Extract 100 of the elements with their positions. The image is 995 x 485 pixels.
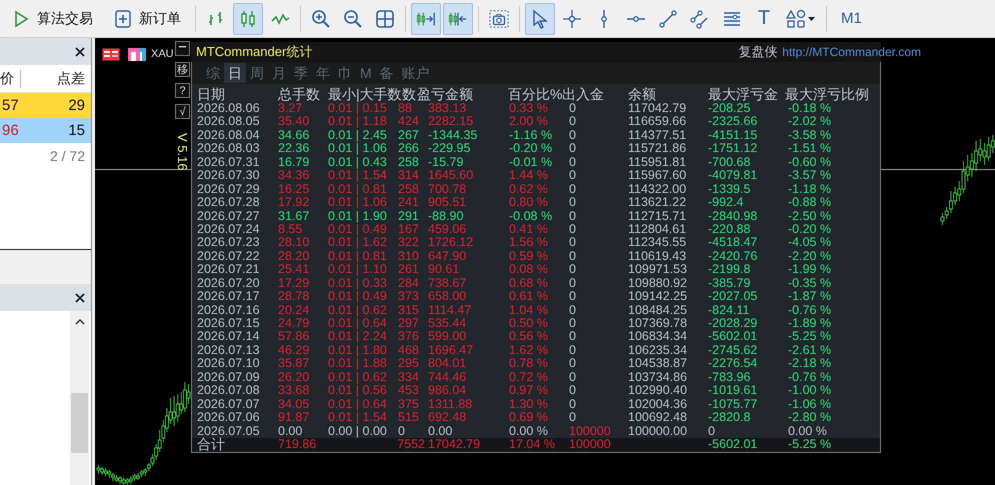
table-cell-text: 88 xyxy=(398,102,413,116)
table-cell-text: 0 xyxy=(569,330,577,344)
table-cell-text: 112715.71 xyxy=(628,210,688,223)
period-button[interactable]: M1 xyxy=(832,2,871,34)
table-cell-text: -1.89 % xyxy=(788,317,832,330)
table-cell-text: -88.90 xyxy=(428,210,464,223)
shift-button[interactable] xyxy=(411,2,441,34)
period-tab[interactable]: 备 xyxy=(376,63,398,83)
table-cell-text: 0 xyxy=(569,102,577,116)
table-cell-text: 0 xyxy=(569,384,577,398)
table-cell-text: -2.18 % xyxy=(788,357,832,371)
table-cell-text: 3.27 xyxy=(278,102,304,116)
date-cell-text: 2026.07.21 xyxy=(197,263,261,277)
period-tab[interactable]: 年 xyxy=(312,63,334,83)
table-cell-text: 0.01 | 1.62 xyxy=(328,236,388,250)
table-cell-text: -5.25 % xyxy=(788,330,832,344)
table-cell-text: 261 xyxy=(398,263,420,277)
table-cell-text: -824.11 xyxy=(708,304,750,318)
table-cell-text: 109971.53 xyxy=(628,263,688,277)
chart-window-icon[interactable] xyxy=(128,48,146,61)
table-cell-text: 1645.60 xyxy=(428,169,474,183)
table-cell-text: 26.20 xyxy=(278,370,310,384)
candles-button[interactable] xyxy=(233,2,263,34)
table-cell-text: 91.87 xyxy=(278,411,310,425)
table-cell-text: 459.06 xyxy=(428,222,468,236)
period-tab[interactable]: 月 xyxy=(268,63,290,83)
text-button[interactable]: T xyxy=(749,2,779,34)
table-cell-text: 744.46 xyxy=(428,370,468,384)
symbol-count: 2 / 72 xyxy=(50,148,85,164)
close-icon[interactable] xyxy=(75,292,85,302)
table-cell-text: 17.92 xyxy=(278,196,310,210)
panel-title: MTCommander统计 xyxy=(196,43,312,61)
table-cell-text: 0.01 | 2.45 xyxy=(328,128,388,142)
table-cell-text: 0.61 % xyxy=(509,290,549,304)
website-link[interactable]: http://MTCommander.com xyxy=(782,45,921,59)
period-tab[interactable]: 周 xyxy=(246,63,268,83)
table-cell-text: 314 xyxy=(398,169,420,183)
symbol-row[interactable]: 57 29 xyxy=(0,93,91,118)
table-cell-text: 34.05 xyxy=(278,398,310,412)
scrollbar-thumb[interactable] xyxy=(71,393,88,453)
table-cell-text: -0.35 % xyxy=(788,276,832,290)
table-cell-text: 103734.86 xyxy=(628,370,688,384)
table-cell-text: 258 xyxy=(398,156,420,170)
table-cell-text: 468 xyxy=(398,344,420,358)
table-cell-text: 804.01 xyxy=(428,357,468,371)
table-cell-text: 1.56 % xyxy=(509,236,549,250)
period-tab[interactable]: 综 xyxy=(202,63,224,83)
table-cell-text: -3.57 % xyxy=(788,169,832,183)
table-cell-text: 0 xyxy=(569,128,577,142)
date-cell-text: 2026.08.05 xyxy=(197,115,261,129)
new-order-button[interactable]: 新订单 xyxy=(104,2,190,34)
tool-button[interactable]: ? xyxy=(175,83,190,98)
algo-button[interactable]: 算法交易 xyxy=(2,2,102,34)
table-cell-text: 25.41 xyxy=(278,263,310,277)
date-cell-text: 2026.07.20 xyxy=(197,276,261,290)
table-cell-text: 110619.43 xyxy=(628,250,688,264)
date-cell-text: 2026.07.13 xyxy=(197,344,261,358)
table-cell-text: 375 xyxy=(398,398,420,412)
table-cell-text: 1311.88 xyxy=(428,398,474,412)
table-cell-text: 0.41 % xyxy=(509,222,549,236)
table-cell-text: 0 xyxy=(569,370,577,384)
scrollbar[interactable] xyxy=(70,311,89,485)
date-cell-text: 2026.07.24 xyxy=(197,222,261,236)
symbol-row[interactable]: 96 15 xyxy=(0,118,91,143)
autoscroll-button[interactable] xyxy=(443,2,473,34)
cursor-button[interactable] xyxy=(525,2,555,34)
table-cell-text: 0 xyxy=(569,398,577,412)
table-cell-text: 0 xyxy=(569,222,577,236)
table-cell-text: 0.01 | 2.24 xyxy=(328,330,388,344)
minimize-button[interactable] xyxy=(175,41,190,56)
table-cell-text: 0 xyxy=(569,344,577,358)
table-cell-text: -0.18 % xyxy=(788,102,832,116)
table-cell-text: 0.78 % xyxy=(509,357,549,371)
table-cell-text: 115951.81 xyxy=(628,156,688,170)
date-cell-text: 2026.07.07 xyxy=(197,398,261,412)
period-tab[interactable]: 季 xyxy=(290,63,312,83)
table-cell-text: 17.04 % xyxy=(509,438,556,452)
table-cell-text: 0.01 | 1.06 xyxy=(328,142,388,156)
column-header: 点差 xyxy=(57,70,86,88)
table-cell-text: 0 xyxy=(569,142,577,156)
table-cell-text: -0.20 % xyxy=(788,222,832,236)
period-tab[interactable]: 账户 xyxy=(398,63,434,83)
table-cell-text: -5602.01 xyxy=(708,330,758,344)
table-cell-text: 0 xyxy=(569,196,577,210)
table-cell-text: 109142.25 xyxy=(628,290,688,304)
period-tab[interactable]: M xyxy=(356,63,376,83)
table-cell-text: -5602.01 xyxy=(708,438,758,452)
tool-button[interactable]: 移 xyxy=(175,62,190,77)
channel-icon xyxy=(690,8,710,28)
period-tab[interactable]: 巾 xyxy=(334,63,356,83)
tool-button[interactable]: √ xyxy=(175,104,190,119)
date-cell-text: 2026.07.31 xyxy=(197,156,261,170)
grid-icon[interactable] xyxy=(102,48,120,61)
plus-icon xyxy=(113,8,133,28)
table-cell-text: 0 xyxy=(569,290,577,304)
chevron-up-icon[interactable] xyxy=(74,319,84,325)
table-cell-text: 334 xyxy=(398,370,420,384)
period-tab[interactable]: 日 xyxy=(224,63,246,83)
table-cell-text: 109880.92 xyxy=(628,276,688,290)
close-icon[interactable] xyxy=(75,46,85,56)
